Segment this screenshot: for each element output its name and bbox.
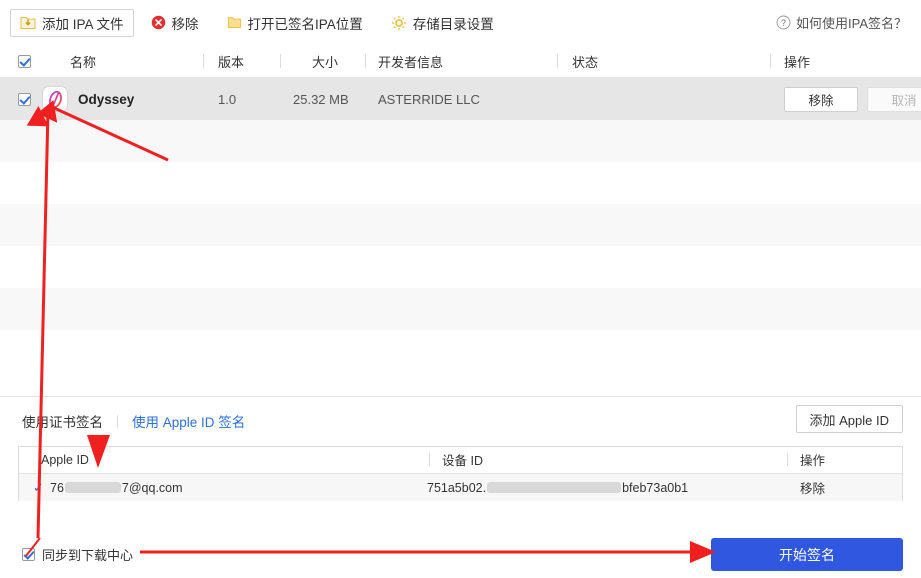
header-divider-3 (365, 54, 366, 68)
row-name: Odyssey (78, 78, 134, 120)
table-row-empty (0, 120, 921, 162)
apple-id-prefix: 76 (50, 481, 64, 495)
add-ipa-file-button[interactable]: 添加 IPA 文件 (10, 9, 134, 37)
add-apple-id-button[interactable]: 添加 Apple ID (796, 405, 903, 433)
apple-id-table-header: Apple ID 设备 ID 操作 (19, 447, 902, 474)
header-divider-4 (557, 54, 558, 68)
apple-id-row[interactable]: ✓ 76 7@qq.com 751a5b02. bfeb73a0b1 移除 (19, 474, 902, 501)
toolbar: 添加 IPA 文件 移除 打开已签名IPA位置 (0, 0, 921, 45)
header-name[interactable]: 名称 (70, 45, 96, 77)
apple-id-table: Apple ID 设备 ID 操作 ✓ 76 7@qq.com 751a5b02.… (18, 446, 903, 501)
signing-panel: 使用证书签名 使用 Apple ID 签名 添加 Apple ID Apple … (0, 396, 921, 578)
storage-directory-settings-button[interactable]: 存储目录设置 (382, 10, 503, 36)
row-version: 1.0 (218, 78, 236, 120)
row-remove-button[interactable]: 移除 (784, 87, 858, 112)
tab-certificate-sign[interactable]: 使用证书签名 (22, 411, 117, 431)
table-row-empty (0, 330, 921, 372)
apple-id-header-divider-2 (787, 453, 788, 466)
header-id-action: 操作 (800, 447, 825, 472)
apple-id-redaction (65, 482, 121, 493)
apple-id-selected-tick[interactable]: ✓ (33, 474, 44, 501)
table-row-empty (0, 288, 921, 330)
question-circle-icon: ? (776, 15, 791, 30)
table-row[interactable]: Odyssey 1.0 25.32 MB ASTERRIDE LLC 移除 取消 (0, 78, 921, 120)
remove-button[interactable]: 移除 (142, 10, 208, 36)
sync-to-download-center-label: 同步到下载中心 (42, 545, 133, 564)
row-developer: ASTERRIDE LLC (378, 78, 480, 120)
header-divider-2 (280, 54, 281, 68)
open-signed-ipa-location-button[interactable]: 打开已签名IPA位置 (218, 10, 372, 36)
apple-id-value: 76 7@qq.com (50, 474, 183, 501)
device-id-redaction (487, 482, 621, 493)
sync-to-download-center-checkbox[interactable] (22, 548, 35, 561)
file-table-header: 名称 版本 大小 开发者信息 状态 操作 (0, 45, 921, 78)
select-all-cell (18, 45, 31, 77)
sync-to-download-center-row[interactable]: 同步到下载中心 (22, 545, 133, 564)
device-id-suffix: bfeb73a0b1 (622, 481, 688, 495)
table-row-empty (0, 246, 921, 288)
remove-circle-icon (151, 15, 166, 30)
row-select-cell (18, 78, 31, 120)
open-signed-ipa-location-label: 打开已签名IPA位置 (248, 13, 363, 33)
storage-directory-settings-label: 存储目录设置 (413, 13, 494, 33)
folder-download-icon (20, 15, 36, 30)
remove-label: 移除 (172, 13, 199, 33)
start-sign-button[interactable]: 开始签名 (711, 538, 903, 571)
row-cancel-button: 取消 (867, 87, 921, 112)
table-row-empty (0, 162, 921, 204)
row-checkbox[interactable] (18, 93, 31, 106)
row-size: 25.32 MB (293, 78, 349, 120)
device-id-prefix: 751a5b02. (427, 481, 486, 495)
select-all-checkbox[interactable] (18, 55, 31, 68)
header-apple-id: Apple ID (41, 447, 89, 472)
file-table-body: Odyssey 1.0 25.32 MB ASTERRIDE LLC 移除 取消 (0, 78, 921, 396)
tab-apple-id-sign[interactable]: 使用 Apple ID 签名 (118, 411, 259, 431)
add-ipa-file-label: 添加 IPA 文件 (42, 13, 124, 33)
gear-icon (391, 15, 407, 31)
header-action[interactable]: 操作 (784, 45, 810, 77)
device-id-value: 751a5b02. bfeb73a0b1 (427, 474, 688, 501)
help-link-label: 如何使用IPA签名？ (796, 13, 907, 32)
header-version[interactable]: 版本 (218, 45, 244, 77)
folder-icon (227, 15, 242, 30)
header-divider-1 (203, 54, 204, 68)
check-icon: ✓ (33, 480, 44, 496)
header-device-id: 设备 ID (442, 447, 483, 472)
help-link[interactable]: ? 如何使用IPA签名？ (776, 13, 907, 32)
panel-footer: 同步到下载中心 开始签名 (0, 530, 921, 578)
apple-id-suffix: 7@qq.com (122, 481, 183, 495)
apple-id-header-divider-1 (429, 453, 430, 466)
row-app-icon-cell (43, 78, 67, 120)
odyssey-app-icon (43, 87, 67, 111)
signing-mode-tabs: 使用证书签名 使用 Apple ID 签名 (22, 411, 259, 431)
header-status[interactable]: 状态 (572, 45, 598, 77)
header-size[interactable]: 大小 (312, 45, 338, 77)
ipa-signer-window: 添加 IPA 文件 移除 打开已签名IPA位置 (0, 0, 921, 578)
svg-text:?: ? (781, 18, 786, 28)
apple-id-remove-link[interactable]: 移除 (800, 474, 825, 501)
table-row-empty (0, 204, 921, 246)
header-divider-5 (770, 54, 771, 68)
row-action-cell: 移除 取消 (784, 78, 921, 120)
header-developer[interactable]: 开发者信息 (378, 45, 443, 77)
